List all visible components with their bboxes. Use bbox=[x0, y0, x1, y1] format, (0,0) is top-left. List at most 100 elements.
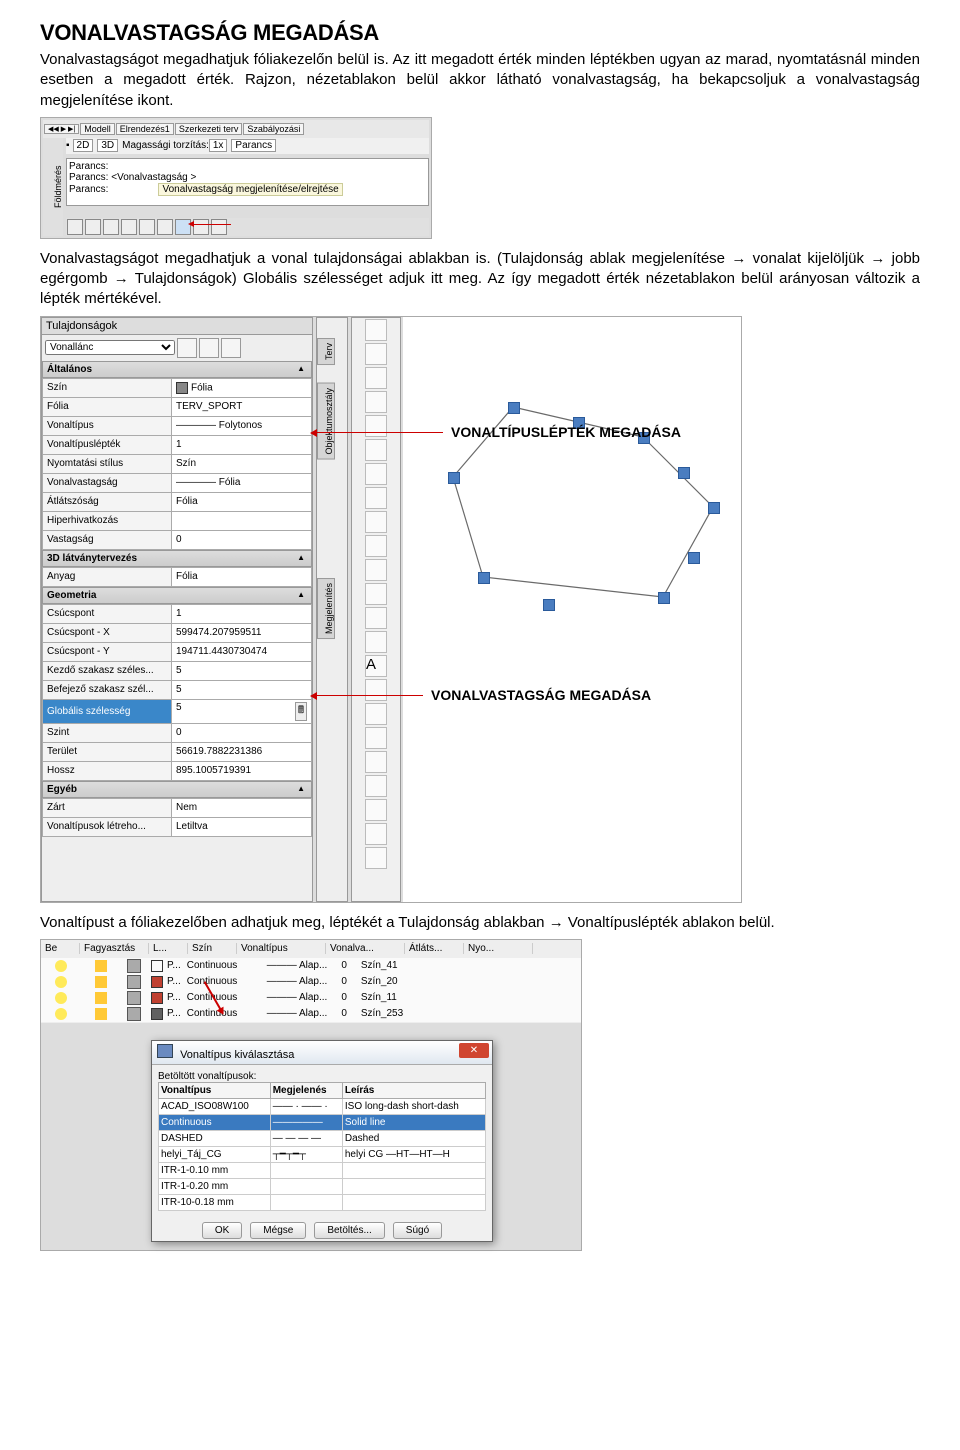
linetype-row[interactable]: ITR-10-0.18 mm bbox=[159, 1194, 486, 1210]
btn-3d[interactable]: 3D bbox=[97, 139, 118, 152]
vtab-terv[interactable]: Terv bbox=[317, 338, 335, 365]
prop-value-global-width[interactable]: 5🖩 bbox=[172, 699, 312, 723]
prop-value[interactable]: 56619.7882231386 bbox=[172, 742, 312, 761]
tool-icon[interactable] bbox=[365, 583, 387, 605]
hatch-icon[interactable] bbox=[365, 607, 387, 629]
tool-icon[interactable] bbox=[365, 535, 387, 557]
calculator-icon[interactable]: 🖩 bbox=[295, 702, 307, 721]
tool-icon[interactable] bbox=[365, 751, 387, 773]
layer-row[interactable]: P...Continuous——— Alap...0Szín_41 bbox=[41, 958, 581, 975]
prop-value[interactable] bbox=[172, 511, 312, 530]
prop-value[interactable]: Nem bbox=[172, 798, 312, 817]
prop-value[interactable]: Fólia bbox=[172, 492, 312, 511]
tool-icon[interactable] bbox=[365, 343, 387, 365]
vtab-obj[interactable]: Objektumosztály bbox=[317, 383, 335, 460]
tool-icon[interactable] bbox=[365, 463, 387, 485]
text-icon[interactable]: A bbox=[365, 655, 387, 677]
quickselect-icon[interactable] bbox=[199, 338, 219, 358]
linetype-row[interactable]: ITR-1-0.20 mm bbox=[159, 1178, 486, 1194]
prop-value[interactable]: TERV_SPORT bbox=[172, 397, 312, 416]
prop-value[interactable]: ———— Fólia bbox=[172, 473, 312, 492]
tool-icon[interactable] bbox=[365, 391, 387, 413]
lock-icon[interactable] bbox=[127, 959, 141, 973]
tab-szab[interactable]: Szabályozási bbox=[243, 123, 304, 135]
close-icon[interactable]: ✕ bbox=[459, 1043, 489, 1058]
color-swatch[interactable] bbox=[151, 1008, 163, 1020]
visibility-icon[interactable] bbox=[55, 992, 67, 1004]
vertex-grip[interactable] bbox=[508, 402, 520, 414]
tool-icon[interactable] bbox=[365, 727, 387, 749]
linetype-row[interactable]: ITR-1-0.10 mm bbox=[159, 1162, 486, 1178]
prop-value[interactable]: 1 bbox=[172, 604, 312, 623]
section-3d[interactable]: 3D látványtervezés bbox=[42, 550, 312, 567]
linetype-row[interactable]: helyi_Táj_CG┬━┬━┬helyi CG —HT—HT—H bbox=[159, 1146, 486, 1162]
drawing-canvas[interactable] bbox=[403, 317, 741, 902]
freeze-icon[interactable] bbox=[95, 992, 107, 1004]
visibility-icon[interactable] bbox=[55, 976, 67, 988]
tool-icon[interactable] bbox=[365, 823, 387, 845]
prop-value[interactable]: 5 bbox=[172, 680, 312, 699]
vertex-grip[interactable] bbox=[658, 592, 670, 604]
prop-value[interactable]: Fólia bbox=[172, 378, 312, 397]
prop-value[interactable]: Szín bbox=[172, 454, 312, 473]
status-icon[interactable] bbox=[121, 219, 137, 235]
status-icon[interactable] bbox=[193, 219, 209, 235]
tool-icon[interactable] bbox=[365, 511, 387, 533]
lock-icon[interactable] bbox=[127, 1007, 141, 1021]
dialog-header[interactable]: Vonaltípus kiválasztása ✕ bbox=[152, 1041, 492, 1065]
prop-value[interactable]: 895.1005719391 bbox=[172, 761, 312, 780]
prop-value[interactable]: 0 bbox=[172, 530, 312, 549]
freeze-icon[interactable] bbox=[95, 960, 107, 972]
btn-parancs[interactable]: Parancs bbox=[231, 139, 276, 152]
cancel-button[interactable]: Mégse bbox=[250, 1222, 306, 1239]
tool-icon[interactable] bbox=[365, 415, 387, 437]
vertex-grip[interactable] bbox=[478, 572, 490, 584]
tab-model[interactable]: Modell bbox=[80, 123, 115, 135]
vertex-grip[interactable] bbox=[543, 599, 555, 611]
panel-icon[interactable] bbox=[177, 338, 197, 358]
color-swatch[interactable] bbox=[151, 960, 163, 972]
prop-value[interactable]: Letiltva bbox=[172, 817, 312, 836]
visibility-icon[interactable] bbox=[55, 1008, 67, 1020]
btn-2d[interactable]: 2D bbox=[73, 139, 94, 152]
color-swatch[interactable] bbox=[151, 976, 163, 988]
freeze-icon[interactable] bbox=[95, 1008, 107, 1020]
tab-elrend[interactable]: Elrendezés1 bbox=[116, 123, 174, 135]
status-icon[interactable] bbox=[139, 219, 155, 235]
section-geom[interactable]: Geometria bbox=[42, 587, 312, 604]
help-button[interactable]: Súgó bbox=[393, 1222, 442, 1239]
status-icon[interactable] bbox=[85, 219, 101, 235]
layer-row[interactable]: P...Continuous——— Alap...0Szín_11 bbox=[41, 990, 581, 1007]
vtab-megj[interactable]: Megjelenítés bbox=[317, 578, 335, 639]
tool-icon[interactable] bbox=[365, 775, 387, 797]
prop-value[interactable]: ———— Folytonos bbox=[172, 416, 312, 435]
line-icon[interactable] bbox=[365, 319, 387, 341]
panel-icon[interactable] bbox=[221, 338, 241, 358]
status-icon[interactable] bbox=[211, 219, 227, 235]
prop-value[interactable]: 599474.207959511 bbox=[172, 623, 312, 642]
object-type-dropdown[interactable]: Vonallánc bbox=[45, 340, 175, 355]
linetype-row-selected[interactable]: Continuous—————Solid line bbox=[159, 1114, 486, 1130]
prop-value[interactable]: 5 bbox=[172, 661, 312, 680]
layer-row[interactable]: P...Continuous——— Alap...0Szín_253 bbox=[41, 1006, 581, 1023]
tool-icon[interactable] bbox=[365, 631, 387, 653]
load-button[interactable]: Betöltés... bbox=[314, 1222, 384, 1239]
color-swatch[interactable] bbox=[151, 992, 163, 1004]
linetype-list[interactable]: VonaltípusMegjelenésLeírás ACAD_ISO08W10… bbox=[158, 1082, 486, 1211]
linetype-row[interactable]: DASHED— — — —Dashed bbox=[159, 1130, 486, 1146]
status-icon[interactable] bbox=[67, 219, 83, 235]
prop-value[interactable]: 1 bbox=[172, 435, 312, 454]
ok-button[interactable]: OK bbox=[202, 1222, 242, 1239]
status-icon[interactable] bbox=[103, 219, 119, 235]
freeze-icon[interactable] bbox=[95, 976, 107, 988]
tool-icon[interactable] bbox=[365, 439, 387, 461]
cmd-prompt[interactable]: Parancs: bbox=[69, 184, 108, 195]
tab-szerk[interactable]: Szerkezeti terv bbox=[175, 123, 243, 135]
section-general[interactable]: Általános bbox=[42, 361, 312, 378]
prop-value[interactable]: 0 bbox=[172, 723, 312, 742]
tool-icon[interactable] bbox=[365, 367, 387, 389]
btn-1x[interactable]: 1x bbox=[209, 139, 228, 152]
tool-icon[interactable] bbox=[365, 679, 387, 701]
visibility-icon[interactable] bbox=[55, 960, 67, 972]
vertex-grip[interactable] bbox=[448, 472, 460, 484]
